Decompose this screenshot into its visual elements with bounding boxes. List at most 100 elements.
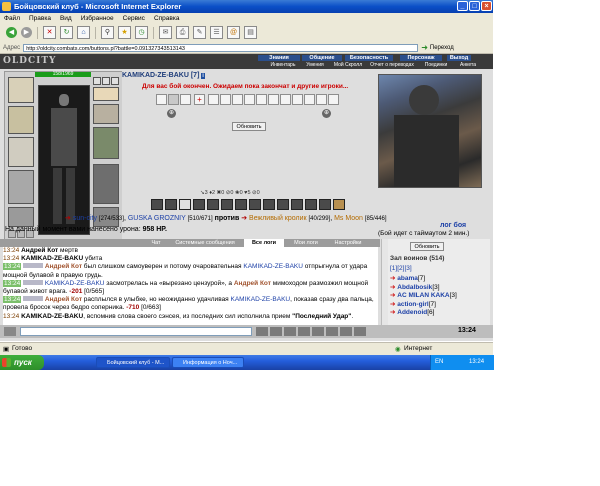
team2-player1[interactable]: Вежливый кролик bbox=[249, 215, 307, 222]
weapon-icon[interactable] bbox=[151, 199, 163, 210]
go-arrow-icon[interactable]: ➜ bbox=[421, 43, 428, 52]
action-box[interactable] bbox=[256, 94, 267, 105]
go-button[interactable]: Переход bbox=[430, 45, 454, 51]
nav-scroll[interactable]: Мой Скролл bbox=[330, 62, 366, 68]
player-row[interactable]: ➔ Abdalbosik[3] bbox=[390, 284, 457, 293]
gloves-slot[interactable] bbox=[93, 104, 119, 124]
shield-slot[interactable] bbox=[93, 127, 119, 159]
weapon-icon[interactable] bbox=[319, 199, 331, 210]
clear-icon[interactable] bbox=[270, 327, 282, 336]
side-update-button[interactable]: Обновить bbox=[410, 242, 444, 251]
weapon-icon[interactable] bbox=[207, 199, 219, 210]
target-icon[interactable]: ⊕ bbox=[322, 109, 331, 118]
edit-icon[interactable]: ✎ bbox=[193, 26, 206, 39]
map-icon[interactable] bbox=[340, 327, 352, 336]
player-row[interactable]: ➔ Addenoid[6] bbox=[390, 309, 457, 318]
weapon-icon[interactable] bbox=[277, 199, 289, 210]
maximize-button[interactable]: □ bbox=[469, 1, 480, 11]
forward-icon[interactable]: ▶ bbox=[21, 27, 32, 38]
action-box[interactable] bbox=[168, 94, 179, 105]
team1-player2[interactable]: GUSKA GROZNIY bbox=[128, 215, 186, 222]
ring-slot[interactable] bbox=[111, 77, 119, 85]
weapon-icon[interactable] bbox=[333, 199, 345, 210]
smile-icon[interactable] bbox=[298, 327, 310, 336]
weapon-icon[interactable] bbox=[291, 199, 303, 210]
print-icon[interactable]: ⎙ bbox=[176, 26, 189, 39]
nick[interactable]: KAMIKAD-ZE-BAKU bbox=[45, 280, 105, 287]
tab-settings[interactable]: Настройки bbox=[328, 239, 368, 247]
weapon-icon[interactable] bbox=[305, 199, 317, 210]
action-box[interactable] bbox=[304, 94, 315, 105]
helmet-slot[interactable] bbox=[8, 77, 34, 103]
action-box[interactable] bbox=[268, 94, 279, 105]
home-icon[interactable]: ⌂ bbox=[77, 26, 90, 39]
settings-icon[interactable] bbox=[326, 327, 338, 336]
chat-input[interactable] bbox=[20, 327, 252, 336]
action-box[interactable] bbox=[220, 94, 231, 105]
weapon-icon[interactable] bbox=[235, 199, 247, 210]
armor-slot[interactable] bbox=[8, 170, 34, 204]
weapon-icon[interactable] bbox=[221, 199, 233, 210]
nick[interactable]: KAMIKAD-ZE-BAKU bbox=[21, 313, 83, 320]
mail-icon[interactable]: ✉ bbox=[159, 26, 172, 39]
team2-player2[interactable]: Ms Moon bbox=[334, 215, 363, 222]
language-indicator[interactable]: EN bbox=[435, 359, 443, 365]
fighter-name[interactable]: KAMIKAD-ZE-BAKU [7] i bbox=[122, 72, 205, 79]
nav-communication[interactable]: Общение bbox=[302, 55, 342, 61]
nav-exit[interactable]: Выход bbox=[447, 55, 471, 61]
player-row[interactable]: ➔ action-girl[7] bbox=[390, 301, 457, 310]
filter-icon[interactable] bbox=[284, 327, 296, 336]
weapon-icon[interactable] bbox=[193, 199, 205, 210]
info-icon[interactable]: i bbox=[201, 73, 205, 79]
nick[interactable]: KAMIKAD-ZE-BAKU bbox=[21, 255, 83, 262]
ring-slot[interactable] bbox=[102, 77, 110, 85]
nav-profile[interactable]: Анкета bbox=[454, 62, 482, 68]
belt-slot[interactable] bbox=[8, 207, 34, 227]
nick[interactable]: Андрей Кот bbox=[45, 263, 82, 270]
action-box[interactable] bbox=[232, 94, 243, 105]
bracer-slot[interactable] bbox=[93, 87, 119, 101]
nick[interactable]: Андрей Кот bbox=[21, 247, 58, 254]
back-icon[interactable]: ◀ bbox=[6, 27, 17, 38]
translit-icon[interactable] bbox=[312, 327, 324, 336]
menu-tools[interactable]: Сервис bbox=[123, 15, 145, 22]
task-info[interactable]: Информация о Ноч... bbox=[172, 357, 244, 368]
action-box[interactable] bbox=[244, 94, 255, 105]
action-box[interactable] bbox=[208, 94, 219, 105]
action-box[interactable] bbox=[328, 94, 339, 105]
help-icon[interactable] bbox=[354, 327, 366, 336]
refresh-icon[interactable]: ↻ bbox=[60, 26, 73, 39]
minimize-button[interactable]: _ bbox=[457, 1, 468, 11]
weapon-icon[interactable] bbox=[249, 199, 261, 210]
page-links[interactable]: [1][2][3] bbox=[390, 265, 412, 272]
player-row[interactable]: ➔ AC MILAN KAKA[3] bbox=[390, 292, 457, 301]
menu-help[interactable]: Справка bbox=[154, 15, 180, 22]
history-icon[interactable]: ◷ bbox=[135, 26, 148, 39]
ring-slot[interactable] bbox=[93, 77, 101, 85]
menu-edit[interactable]: Правка bbox=[29, 15, 51, 22]
nav-skills[interactable]: Умения bbox=[302, 62, 328, 68]
stop-icon[interactable]: ✕ bbox=[43, 26, 56, 39]
battle-log-link[interactable]: лог боя bbox=[440, 222, 466, 229]
nav-duels[interactable]: Поединки bbox=[420, 62, 452, 68]
nav-inventory[interactable]: Инвентарь bbox=[266, 62, 300, 68]
update-button[interactable]: Обновить bbox=[232, 122, 266, 131]
chat-icon[interactable] bbox=[4, 327, 16, 336]
folder-icon[interactable]: ▤ bbox=[244, 26, 257, 39]
nick[interactable]: KAMIKAD-ZE-BAKU bbox=[243, 263, 303, 270]
messenger-icon[interactable]: @ bbox=[227, 26, 240, 39]
weapon-icon[interactable] bbox=[179, 199, 191, 210]
action-box[interactable] bbox=[280, 94, 291, 105]
target-icon[interactable]: ⊕ bbox=[167, 109, 176, 118]
tab-my-logs[interactable]: Мои логи bbox=[288, 239, 324, 247]
nick[interactable]: KAMIKAD-ZE-BAKU bbox=[231, 296, 291, 303]
nav-transfer-report[interactable]: Отчет о переводах bbox=[367, 62, 417, 68]
discuss-icon[interactable]: ☰ bbox=[210, 26, 223, 39]
nick[interactable]: Андрей Кот bbox=[45, 296, 82, 303]
search-icon[interactable]: ⚲ bbox=[101, 26, 114, 39]
action-box[interactable] bbox=[180, 94, 191, 105]
favorites-icon[interactable]: ★ bbox=[118, 26, 131, 39]
action-box[interactable] bbox=[316, 94, 327, 105]
player-row[interactable]: ➔ abama[7] bbox=[390, 275, 457, 284]
action-box[interactable] bbox=[156, 94, 167, 105]
